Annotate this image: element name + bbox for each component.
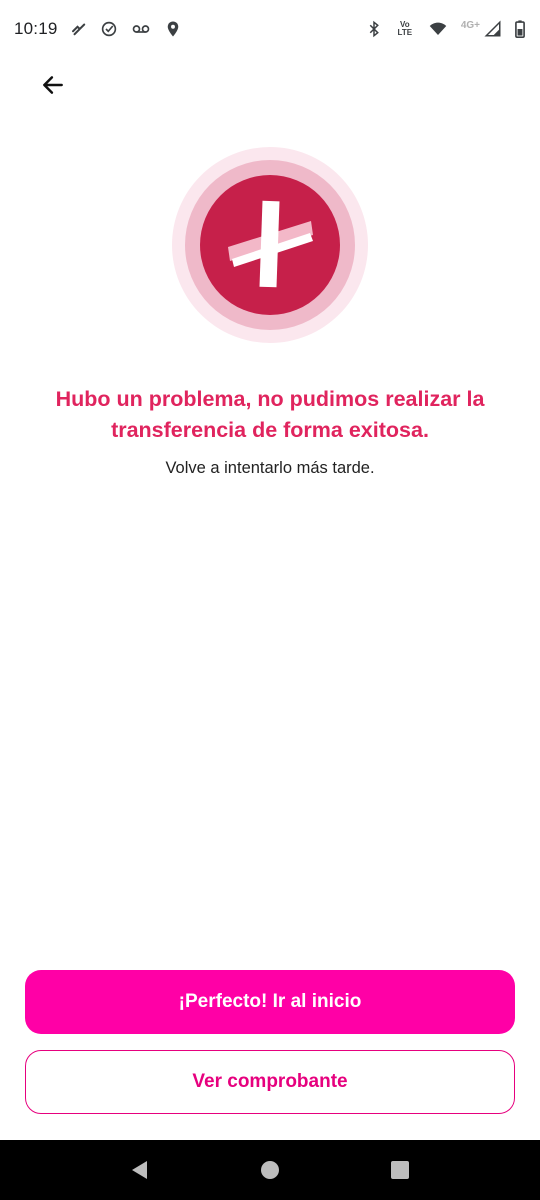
check-circle-icon [100,20,118,38]
status-bar-left: 10:19 [14,19,182,39]
error-title: Hubo un problema, no pudimos realizar la… [55,387,485,442]
status-time: 10:19 [14,19,58,38]
volte-icon: Vo LTE [395,20,415,38]
battery-icon [514,20,526,38]
back-triangle-icon[interactable] [120,1150,160,1190]
signal-icon [484,20,502,38]
status-bar-right: Vo LTE 4G+ [365,20,526,38]
wifi-icon [427,20,449,38]
view-receipt-button-label: Ver comprobante [192,1071,348,1092]
status-bar: 10:19 Vo LTE 4G+ [0,0,540,58]
network-type-label: 4G+ [460,19,480,31]
go-home-button-label: ¡Perfecto! Ir al inicio [178,991,362,1012]
bluetooth-icon [365,20,383,38]
error-illustration [172,147,368,343]
volte-bottom-label: LTE [397,28,413,37]
voicemail-icon [130,20,152,38]
back-button[interactable] [30,66,76,104]
error-x-icon [172,147,368,343]
x-mark-vertical [259,200,280,288]
location-pin-icon [164,20,182,38]
arrow-left-icon [40,72,66,98]
recents-square-icon[interactable] [380,1150,420,1190]
go-home-button[interactable]: ¡Perfecto! Ir al inicio [25,970,515,1034]
transfer-error-screen: 10:19 Vo LTE 4G+ Hubo un problema, no pu… [0,0,540,1200]
error-subtitle: Volve a intentarlo más tarde. [165,459,375,477]
view-receipt-button[interactable]: Ver comprobante [25,1050,515,1114]
system-nav-bar [0,1140,540,1200]
home-circle-icon[interactable] [250,1150,290,1190]
missed-call-icon [70,20,88,38]
